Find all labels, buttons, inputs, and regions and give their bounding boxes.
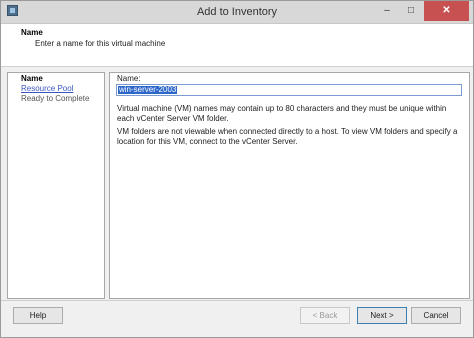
close-button[interactable]: ✕ [424,1,469,21]
minimize-button[interactable]: – [375,1,399,21]
step-description: Enter a name for this virtual machine [35,39,166,48]
name-rules-text: Virtual machine (VM) names may contain u… [117,104,447,123]
footer-divider [1,300,473,301]
wizard-steps-panel: Name Resource Pool Ready to Complete [7,72,105,299]
help-button[interactable]: Help [13,307,63,324]
back-button[interactable]: < Back [300,307,350,324]
vm-name-value[interactable]: win-server-2003 [118,86,178,94]
wizard-header: Name Enter a name for this virtual machi… [1,24,473,67]
maximize-button[interactable]: □ [399,1,423,21]
step-heading: Name [21,28,43,37]
title-bar[interactable]: Add to Inventory – □ ✕ [1,1,473,24]
cancel-button[interactable]: Cancel [411,307,461,324]
vm-name-input[interactable]: win-server-2003 [116,84,462,96]
step-name: Name [21,74,43,83]
add-to-inventory-dialog: Add to Inventory – □ ✕ Name Enter a name… [0,0,474,338]
step-resource-pool-link[interactable]: Resource Pool [21,84,73,93]
step-ready-to-complete: Ready to Complete [21,94,90,103]
name-field-label: Name: [117,74,141,83]
next-button[interactable]: Next > [357,307,407,324]
folder-note-text: VM folders are not viewable when connect… [117,127,458,146]
wizard-content-panel: Name: win-server-2003 Virtual machine (V… [109,72,470,299]
